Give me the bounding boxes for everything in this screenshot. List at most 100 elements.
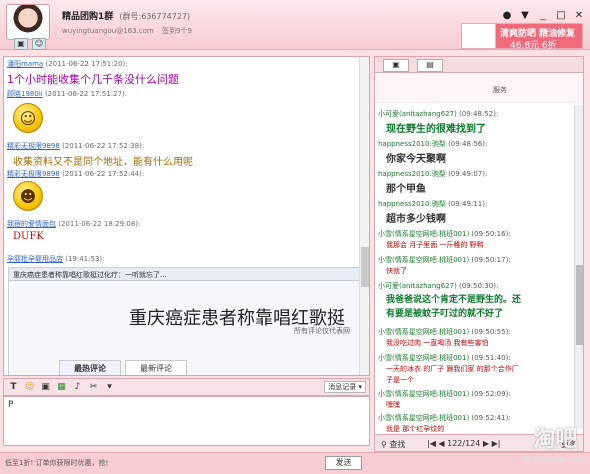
group-avatar[interactable] [6, 4, 50, 40]
side-scroll-thumb[interactable] [576, 265, 583, 345]
maximize-icon[interactable]: □ [556, 10, 566, 21]
side-nick[interactable]: 小雪(情系星空网吧:桃班001) [378, 390, 469, 398]
side-message: happness2010:驹梨 (09:49:07): 那个甲鱼 [378, 169, 487, 195]
lock-icon[interactable]: ● [502, 10, 512, 21]
side-time: (09:48:52): [459, 110, 499, 118]
tab-hot-comments[interactable]: 最热评论 [59, 360, 121, 375]
link-preview[interactable]: 重庆癌症患者称靠唱红歌挺过化疗：一听就忘了... 重庆癌症患者称靠唱红歌挺 所有… [8, 267, 366, 375]
chat-message: 我宿的爱情面包 (2011-06-22 18:29:08): DUFK [7, 219, 140, 242]
message-history-button[interactable]: 消息记录 ▾ [324, 381, 366, 393]
side-time: (09:49:07): [448, 170, 488, 178]
side-message: 小雪(情系星空网吧:桃班001) (09:52:09): 嘿嘿 [378, 389, 511, 410]
side-nick[interactable]: happness2010:驹梨 [378, 170, 446, 178]
chat-message: 孕婴批孕婴用品店 (19:41:53): [7, 254, 105, 264]
side-text: 那个甲鱼 [386, 184, 426, 195]
side-text: 我爸爸说这个肯定不是野生的。还 [386, 295, 522, 305]
side-nick[interactable]: 小雪(情系星空网吧:桃班001) [378, 414, 469, 422]
group-number: (群号:636774727) [119, 12, 191, 21]
screen-icon[interactable]: ▣ [14, 38, 28, 50]
side-scrollbar[interactable] [574, 105, 583, 429]
side-time: (09:51:40): [471, 354, 511, 362]
side-text-line2: 子是一个 [386, 376, 414, 384]
shake-icon[interactable]: ▣ [40, 382, 51, 393]
side-text: 就是 那个红孕纹的 [386, 425, 445, 433]
tab-shop[interactable]: ▣ [383, 59, 409, 72]
smiley-emoticon: ☺ [13, 103, 43, 133]
ad-line2: 46.8元 6折 [510, 41, 557, 51]
scroll-thumb[interactable] [361, 247, 369, 287]
more-tools-icon[interactable]: ▾ [104, 382, 115, 393]
bottom-bar: 低至1折! 订单你获限时优惠，抢! 发送 [0, 452, 590, 474]
group-name-line: 精品团购1群 (群号:636774727) [62, 9, 190, 22]
message-text: DUFK [13, 231, 44, 242]
find-label: 查找 [389, 440, 406, 449]
group-email: wuyingtuangou@163.com [62, 27, 154, 35]
side-nick[interactable]: 小雪(情系星空网吧:桃班001) [378, 328, 469, 336]
preview-header: 重庆癌症患者称靠唱红歌挺过化疗：一听就忘了... [9, 268, 365, 281]
sender-nick[interactable]: 潘阳mama [7, 60, 43, 68]
side-nick[interactable]: 小雪(情系星空网吧:桃班001) [378, 230, 469, 238]
side-message-list: 小可爱(anitazhang627) (09:48:52): 现在野生的很难找到了… [375, 105, 575, 435]
side-nick[interactable]: 小可爱(anitazhang627) [378, 110, 457, 118]
side-text: 你家今天聚啊 [386, 154, 446, 165]
sender-nick[interactable]: 精彩无极限9898 [7, 142, 60, 150]
page-indicator: 122/124 [447, 439, 481, 448]
side-nick[interactable]: 小雪(情系星空网吧:桃班001) [378, 256, 469, 264]
sender-nick[interactable]: 孕婴批孕婴用品店 [7, 255, 63, 263]
chat-scrollbar[interactable] [359, 57, 369, 375]
thinking-emoticon: ☻ [13, 181, 43, 211]
side-panel: ▣ ▤ 服务 小可爱(anitazhang627) (09:48:52): 现在野… [374, 56, 584, 452]
screenshot-icon[interactable]: ✂ [88, 382, 99, 393]
side-tabs: ▣ ▤ [375, 57, 583, 73]
side-message: happness2010:驹梨 (09:49:11): 超市多少钱啊 [378, 199, 487, 225]
message-header: 精彩无极限9898 (2011-06-22 17:52:38): [7, 141, 193, 151]
last-page-icon[interactable]: ▶| [492, 439, 501, 448]
next-page-icon[interactable]: ▶ [483, 439, 489, 448]
history-label: 消息记录 [328, 383, 357, 391]
tab-new-comments[interactable]: 最新评论 [125, 360, 187, 375]
ad-banner[interactable]: 清爽防晒 精油修复 46.8元 6折 [461, 23, 583, 51]
close-icon[interactable]: ✕ [574, 10, 584, 21]
members-icon[interactable]: ☺ [32, 38, 46, 50]
service-label: 服务 [493, 86, 507, 94]
font-icon[interactable]: T [8, 382, 19, 393]
side-nick[interactable]: happness2010:驹梨 [378, 200, 446, 208]
message-time: (2011-06-22 17:52:38): [62, 142, 145, 150]
side-message: 小雪(情系星空网吧:桃班001) (09:50:16): 我那会 月子里面 一斤稚… [378, 229, 511, 250]
chat-message: 潘阳mama (2011-06-22 17:51:20): 1个小时能收集个几千… [7, 59, 179, 87]
side-nick[interactable]: 小可爱(anitazhang627) [378, 282, 457, 290]
image-icon[interactable]: ▦ [56, 382, 67, 393]
message-time: (2011-06-22 17:51:27): [44, 90, 128, 98]
sender-nick[interactable]: 精彩无极限9898 [7, 170, 60, 178]
message-text: 1个小时能收集个几千条没什么问题 [7, 73, 179, 86]
side-time: (09:52:41): [471, 414, 511, 422]
side-time: (09:50:55): [471, 328, 511, 336]
side-nick[interactable]: 小雪(情系星空网吧:桃班001) [378, 354, 469, 362]
first-page-icon[interactable]: |◀ [427, 439, 436, 448]
minimize-icon[interactable]: _ [538, 10, 548, 21]
music-icon[interactable]: ♪ [72, 382, 83, 393]
watermark-text: 淘吧 [533, 427, 578, 452]
promo-ticker[interactable]: 低至1折! 订单你获限时优惠，抢! [5, 458, 108, 468]
message-time: (2011-06-22 17:51:20): [45, 60, 128, 68]
side-text: 我没吃过肉 一直喝汤 我有些害怕 [386, 339, 489, 347]
side-text: 一天的冰衣 的厂子 跟我们家 的那个合作厂 [386, 365, 519, 373]
prev-page-icon[interactable]: ◀ [438, 439, 444, 448]
find-button[interactable]: ⚲ 查找 [381, 439, 405, 450]
qq-group-chat-window: 精品团购1群 (群号:636774727) wuyingtuangou@163.… [0, 0, 590, 474]
taobao-watermark: 淘吧 8.taobao.com [524, 427, 586, 470]
message-input[interactable]: P [3, 396, 370, 446]
message-header: 顾晓1980ii (2011-06-22 17:51:27): [7, 89, 127, 99]
tab-notes[interactable]: ▤ [417, 59, 443, 72]
message-time: (2011-06-22 17:52:44): [62, 170, 145, 178]
emoji-icon[interactable]: ☺ [24, 382, 35, 393]
menu-icon[interactable]: ▼ [520, 10, 530, 21]
chat-message: 顾晓1980ii (2011-06-22 17:51:27): [7, 89, 127, 99]
message-header: 精彩无极限9898 (2011-06-22 17:52:44): [7, 169, 144, 179]
side-message: 小可爱(anitazhang627) (09:50:30): 我爸爸说这个肯定不是… [378, 281, 521, 319]
side-nick[interactable]: happness2010:驹梨 [378, 140, 446, 148]
side-text: 现在野生的很难找到了 [386, 124, 486, 135]
sender-nick[interactable]: 顾晓1980ii [7, 90, 43, 98]
send-button[interactable]: 发送 [325, 456, 362, 470]
sender-nick[interactable]: 我宿的爱情面包 [7, 220, 56, 228]
